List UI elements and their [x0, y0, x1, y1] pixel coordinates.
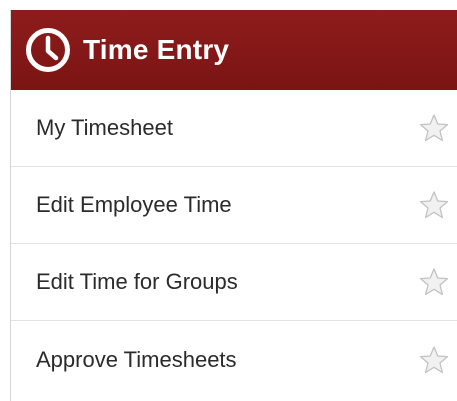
menu-item-label: Edit Employee Time: [36, 192, 232, 217]
menu-item-edit-time-for-groups[interactable]: Edit Time for Groups: [11, 244, 457, 321]
panel-header: Time Entry: [11, 10, 457, 90]
star-icon[interactable]: [419, 267, 449, 297]
star-icon[interactable]: [419, 113, 449, 143]
menu-item-approve-timesheets[interactable]: Approve Timesheets: [11, 321, 457, 398]
star-icon[interactable]: [419, 345, 449, 375]
menu-item-edit-employee-time[interactable]: Edit Employee Time: [11, 167, 457, 244]
menu-item-label: Approve Timesheets: [36, 346, 237, 372]
menu-item-my-timesheet[interactable]: My Timesheet: [11, 90, 457, 167]
time-entry-menu: My Timesheet Edit Employee Time Edit Tim…: [11, 90, 457, 398]
menu-item-label: My Timesheet: [36, 115, 173, 140]
panel-title: Time Entry: [83, 34, 230, 65]
star-icon[interactable]: [419, 190, 449, 220]
clock-icon: [26, 28, 70, 72]
time-entry-panel: Time Entry My Timesheet Edit Employee Ti…: [10, 10, 457, 401]
menu-item-label: Edit Time for Groups: [36, 269, 238, 294]
